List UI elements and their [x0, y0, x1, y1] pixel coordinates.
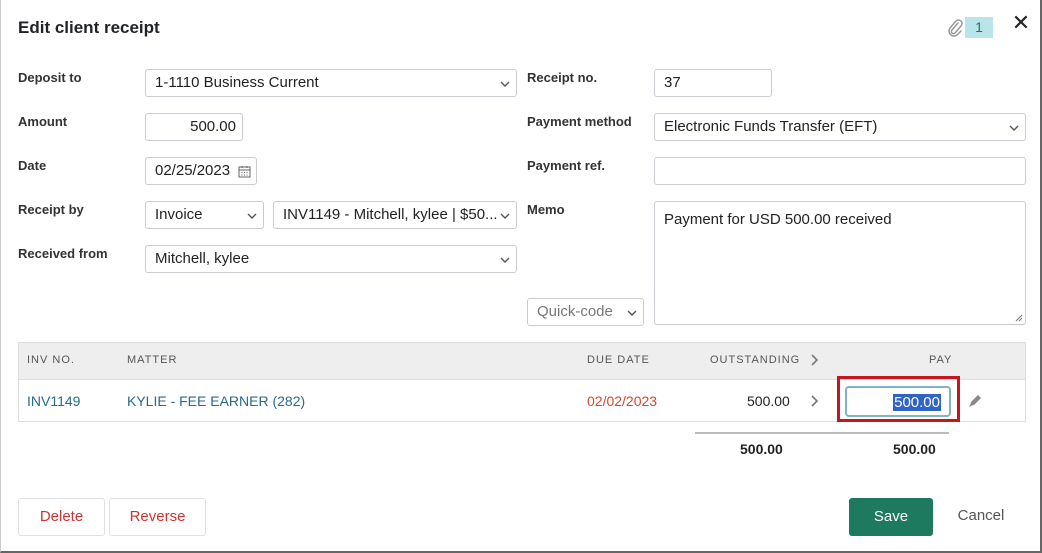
- payment-ref-input[interactable]: [654, 157, 1026, 185]
- receipt-by-invoice-select[interactable]: INV1149 - Mitchell, kylee | $50...: [273, 201, 517, 229]
- chevron-down-icon: [500, 213, 510, 219]
- chevron-down-icon: [627, 310, 637, 316]
- highlight-box: [837, 376, 960, 422]
- chevron-right-icon[interactable]: [809, 353, 819, 367]
- dialog-title: Edit client receipt: [18, 18, 160, 37]
- receipt-no-value: 37: [664, 74, 681, 91]
- chevron-down-icon: [247, 213, 257, 219]
- date-label: Date: [18, 158, 47, 173]
- payment-method-label: Payment method: [527, 114, 632, 129]
- received-from-select[interactable]: Mitchell, kylee: [145, 245, 517, 273]
- receipt-by-label: Receipt by: [18, 202, 84, 217]
- paperclip-icon[interactable]: [946, 18, 964, 38]
- deposit-to-label: Deposit to: [18, 70, 82, 85]
- attachment-count-badge[interactable]: 1: [965, 17, 993, 38]
- amount-label: Amount: [18, 114, 68, 129]
- receipt-by-type-select[interactable]: Invoice: [145, 201, 264, 229]
- payment-method-value: Electronic Funds Transfer (EFT): [664, 118, 878, 135]
- deposit-to-select[interactable]: 1-1110 Business Current: [145, 69, 517, 97]
- col-pay[interactable]: PAY: [929, 354, 952, 366]
- chevron-down-icon: [1009, 125, 1019, 131]
- save-button[interactable]: Save: [849, 498, 933, 536]
- total-pay: 500.00: [893, 441, 936, 457]
- close-icon[interactable]: ✕: [1010, 10, 1032, 36]
- amount-value: 500.00: [190, 118, 236, 135]
- receipt-by-type-value: Invoice: [155, 206, 203, 223]
- cancel-button[interactable]: Cancel: [946, 498, 1016, 536]
- memo-textarea[interactable]: Payment for USD 500.00 received: [654, 201, 1026, 325]
- date-value: 02/25/2023: [155, 162, 231, 179]
- col-due-date[interactable]: DUE DATE: [587, 354, 650, 366]
- deposit-to-value: 1-1110 Business Current: [155, 74, 319, 91]
- col-outstanding[interactable]: OUTSTANDING: [710, 354, 800, 366]
- amount-input[interactable]: 500.00: [145, 113, 243, 141]
- chevron-down-icon: [500, 81, 510, 87]
- received-from-label: Received from: [18, 246, 108, 261]
- date-input[interactable]: 02/25/2023: [145, 157, 257, 185]
- totals-divider: [695, 432, 949, 434]
- row-matter-link[interactable]: KYLIE - FEE EARNER (282): [127, 393, 305, 409]
- memo-label: Memo: [527, 202, 565, 217]
- col-matter[interactable]: MATTER: [127, 354, 177, 366]
- quick-code-placeholder: Quick-code: [537, 303, 613, 320]
- row-inv-no-link[interactable]: INV1149: [27, 393, 80, 409]
- col-inv-no[interactable]: INV NO.: [27, 354, 75, 366]
- total-outstanding: 500.00: [740, 441, 783, 457]
- memo-value: Payment for USD 500.00 received: [664, 211, 892, 228]
- row-outstanding: 500.00: [747, 393, 790, 409]
- receipt-no-input[interactable]: 37: [654, 69, 772, 97]
- receipt-by-invoice-value: INV1149 - Mitchell, kylee | $50...: [283, 206, 498, 223]
- reverse-button[interactable]: Reverse: [109, 498, 206, 536]
- pencil-icon[interactable]: [967, 393, 983, 409]
- chevron-right-icon[interactable]: [809, 394, 819, 408]
- received-from-value: Mitchell, kylee: [155, 250, 250, 267]
- resize-handle-icon[interactable]: [1015, 314, 1023, 322]
- payment-method-select[interactable]: Electronic Funds Transfer (EFT): [654, 113, 1026, 141]
- calendar-icon[interactable]: [238, 165, 251, 178]
- row-due-date: 02/02/2023: [587, 393, 658, 409]
- receipt-no-label: Receipt no.: [527, 70, 598, 85]
- payment-ref-label: Payment ref.: [527, 158, 606, 173]
- quick-code-select[interactable]: Quick-code: [527, 298, 644, 326]
- delete-button[interactable]: Delete: [18, 498, 105, 536]
- chevron-down-icon: [500, 257, 510, 263]
